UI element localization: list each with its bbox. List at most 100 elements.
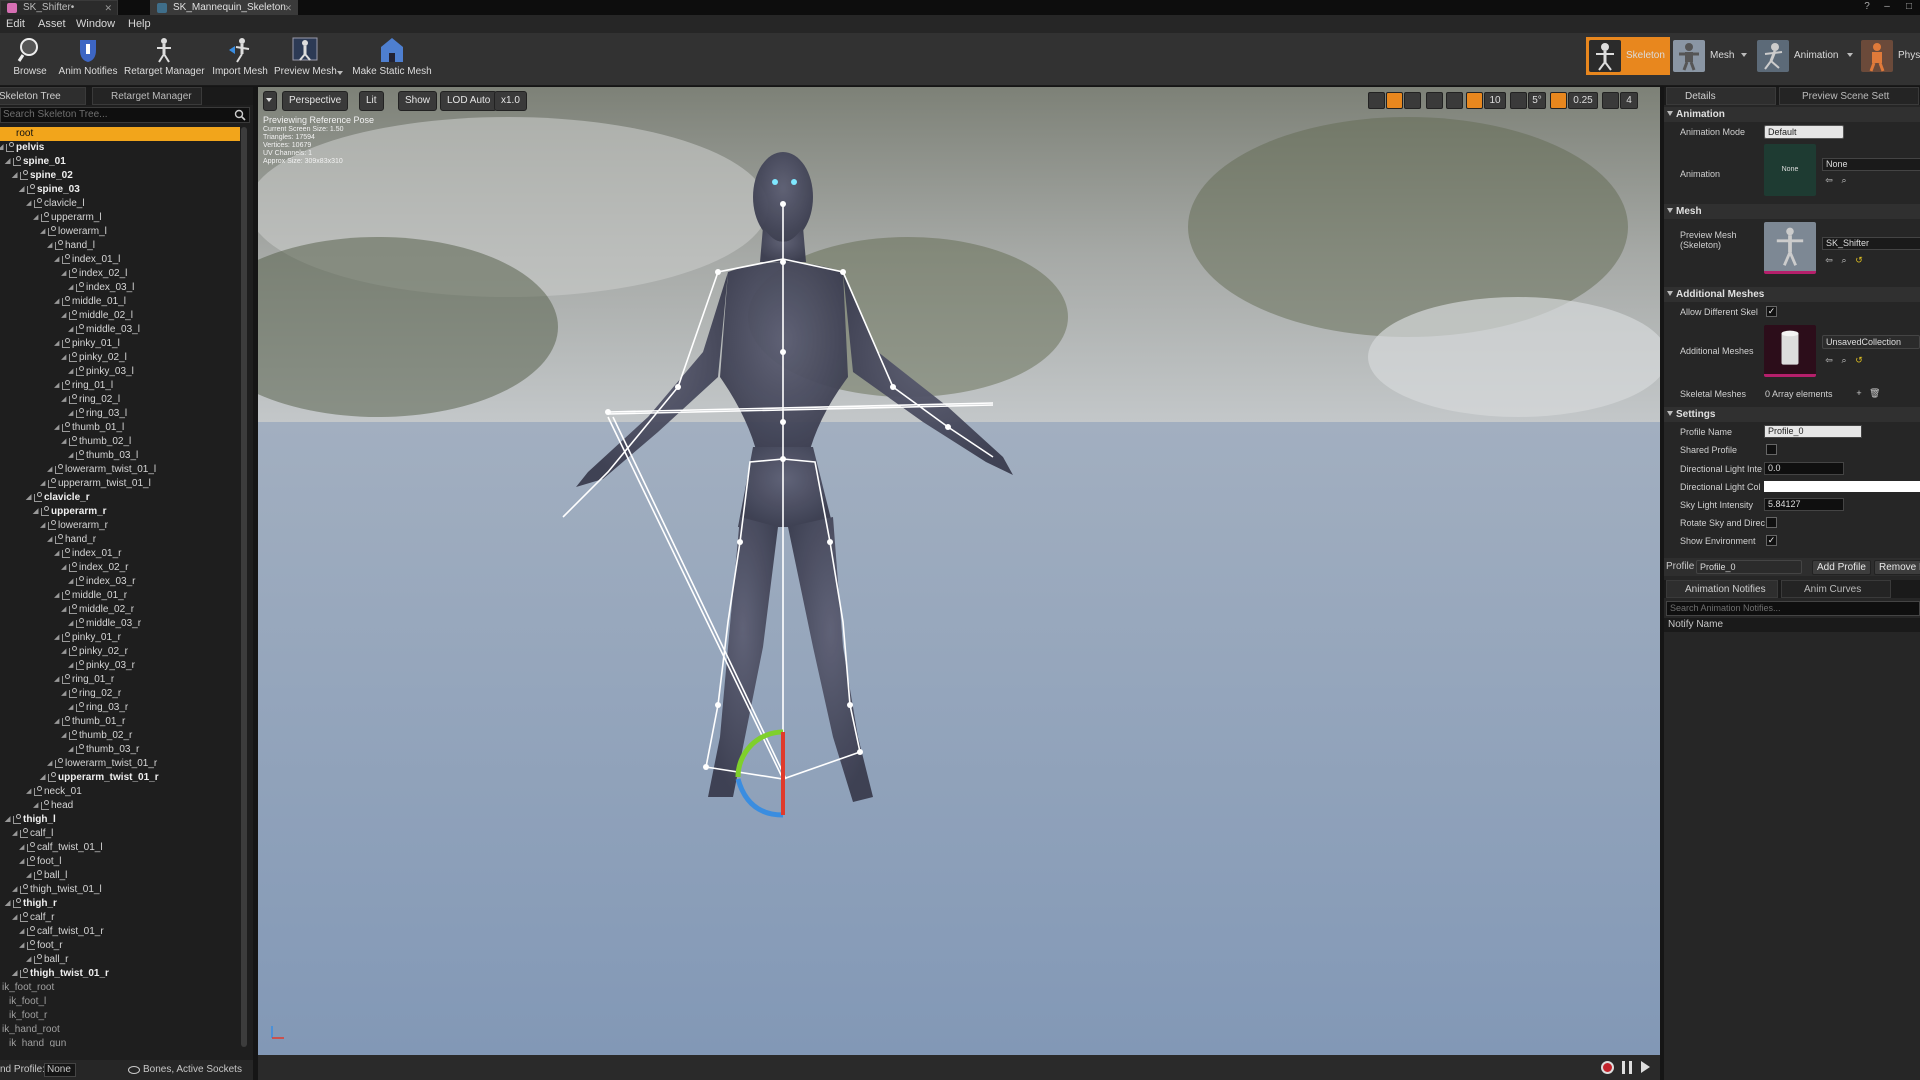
expander-icon[interactable]: ◢: [47, 239, 55, 253]
bone-row[interactable]: ◢ index_03_l: [0, 281, 240, 295]
expander-icon[interactable]: ◢: [68, 449, 76, 463]
expander-icon[interactable]: ◢: [61, 729, 69, 743]
mode-animation-button[interactable]: Animation: [1754, 37, 1848, 75]
allow-different-skeletons-checkbox[interactable]: ✓: [1766, 306, 1777, 317]
bone-row[interactable]: ◢ ball_r: [0, 953, 240, 967]
bone-row[interactable]: ik_foot_root: [0, 981, 240, 995]
sky-light-intensity-input[interactable]: 5.84127: [1764, 498, 1844, 511]
bone-row[interactable]: ◢ upperarm_l: [0, 211, 240, 225]
bone-row[interactable]: ◢ pinky_03_r: [0, 659, 240, 673]
bone-row[interactable]: ik_hand_root: [0, 1023, 240, 1037]
menu-asset[interactable]: Asset: [38, 15, 66, 33]
bone-row[interactable]: ◢ thigh_r: [0, 897, 240, 911]
expander-icon[interactable]: ◢: [68, 281, 76, 295]
show-environment-checkbox[interactable]: ✓: [1766, 535, 1777, 546]
expander-icon[interactable]: ◢: [54, 337, 62, 351]
expander-icon[interactable]: ◢: [26, 197, 34, 211]
expander-icon[interactable]: ◢: [12, 967, 20, 981]
bone-row[interactable]: ◢ foot_l: [0, 855, 240, 869]
scrollbar[interactable]: [241, 127, 247, 1047]
bone-row[interactable]: ik_foot_l: [0, 995, 240, 1009]
close-icon[interactable]: ✕: [284, 1, 292, 15]
world-local-icon[interactable]: [1426, 92, 1443, 109]
grid-snap-icon[interactable]: [1466, 92, 1483, 109]
lod-auto-button[interactable]: LOD Auto: [440, 91, 498, 111]
chevron-down-icon[interactable]: [1847, 53, 1853, 57]
profile-bar-dropdown[interactable]: Profile_0: [1696, 560, 1802, 574]
additional-meshes-dropdown[interactable]: UnsavedCollection: [1822, 335, 1920, 349]
bone-row[interactable]: ◢ thumb_02_r: [0, 729, 240, 743]
camera-speed-value[interactable]: 4: [1620, 92, 1638, 109]
play-forward-button[interactable]: [1641, 1061, 1650, 1073]
bone-row[interactable]: ◢ calf_twist_01_l: [0, 841, 240, 855]
browse-icon[interactable]: ⌕: [1839, 175, 1849, 185]
rotate-sky-checkbox[interactable]: [1766, 517, 1777, 528]
bone-row[interactable]: ◢ head: [0, 799, 240, 813]
bone-row[interactable]: ◢ spine_02: [0, 169, 240, 183]
bone-row[interactable]: ◢ lowerarm_twist_01_l: [0, 463, 240, 477]
grid-snap-value[interactable]: 10: [1484, 92, 1506, 109]
arrow-left-icon[interactable]: ⇦: [1824, 355, 1834, 365]
expander-icon[interactable]: ◢: [19, 183, 27, 197]
anim-notifies-button[interactable]: Anim Notifies: [58, 36, 118, 82]
expander-icon[interactable]: ◢: [33, 505, 41, 519]
bone-row[interactable]: ◢ pelvis: [0, 141, 240, 155]
mode-physics-button[interactable]: Phys: [1858, 37, 1920, 75]
expander-icon[interactable]: ◢: [54, 589, 62, 603]
tab-skeleton-tree[interactable]: Skeleton Tree: [0, 87, 86, 105]
bone-row[interactable]: ◢ hand_l: [0, 239, 240, 253]
expander-icon[interactable]: ◢: [5, 897, 13, 911]
expander-icon[interactable]: ◢: [5, 155, 13, 169]
bone-row[interactable]: ◢ lowerarm_r: [0, 519, 240, 533]
expander-icon[interactable]: ◢: [68, 659, 76, 673]
pause-button[interactable]: [1622, 1061, 1632, 1074]
bone-row[interactable]: ◢ calf_l: [0, 827, 240, 841]
bone-row[interactable]: ◢ pinky_03_l: [0, 365, 240, 379]
expander-icon[interactable]: ◢: [61, 351, 69, 365]
tab-retarget-manager[interactable]: Retarget Manager: [92, 87, 202, 105]
expander-icon[interactable]: ◢: [54, 673, 62, 687]
eye-icon[interactable]: [128, 1066, 140, 1074]
expander-icon[interactable]: ◢: [68, 365, 76, 379]
expander-icon[interactable]: ◢: [19, 939, 27, 953]
expander-icon[interactable]: ◢: [54, 421, 62, 435]
bone-filter-dropdown[interactable]: Bones, Active Sockets: [143, 1060, 242, 1080]
bone-row[interactable]: ◢ neck_01: [0, 785, 240, 799]
bone-row[interactable]: ik_foot_r: [0, 1009, 240, 1023]
bone-row[interactable]: ◢ ring_03_r: [0, 701, 240, 715]
bone-row[interactable]: ◢ middle_02_l: [0, 309, 240, 323]
bone-row[interactable]: ik_hand_gun: [0, 1037, 240, 1047]
angle-snap-value[interactable]: 5°: [1528, 92, 1546, 109]
expander-icon[interactable]: ◢: [61, 267, 69, 281]
tab-animation-notifies[interactable]: Animation Notifies: [1666, 580, 1778, 598]
expander-icon[interactable]: ◢: [54, 295, 62, 309]
bone-row[interactable]: ◢ thigh_twist_01_l: [0, 883, 240, 897]
expander-icon[interactable]: ◢: [40, 771, 48, 785]
additional-meshes-thumbnail[interactable]: [1764, 325, 1816, 377]
bone-row[interactable]: ◢ thumb_02_l: [0, 435, 240, 449]
playback-speed-button[interactable]: x1.0: [494, 91, 527, 111]
expander-icon[interactable]: ◢: [26, 953, 34, 967]
expander-icon[interactable]: ◢: [12, 827, 20, 841]
import-mesh-button[interactable]: Import Mesh: [210, 36, 270, 82]
minimize-icon[interactable]: –: [1880, 0, 1894, 14]
reset-icon[interactable]: ↺: [1854, 255, 1864, 265]
expander-icon[interactable]: ◢: [54, 379, 62, 393]
remove-profile-button[interactable]: Remove P: [1874, 560, 1920, 575]
expander-icon[interactable]: ◢: [54, 631, 62, 645]
make-static-mesh-button[interactable]: Make Static Mesh: [350, 36, 434, 82]
perspective-button[interactable]: Perspective: [282, 91, 349, 111]
bone-row[interactable]: ◢ thumb_03_l: [0, 449, 240, 463]
section-mesh[interactable]: Mesh: [1664, 204, 1920, 219]
bone-row[interactable]: ◢ spine_03: [0, 183, 240, 197]
add-icon[interactable]: +: [1854, 388, 1864, 398]
expander-icon[interactable]: ◢: [33, 799, 41, 813]
arrow-left-icon[interactable]: ⇦: [1824, 175, 1834, 185]
bone-row[interactable]: ◢ ring_02_l: [0, 393, 240, 407]
bone-row[interactable]: ◢ pinky_02_l: [0, 351, 240, 365]
bone-row[interactable]: ◢ spine_01: [0, 155, 240, 169]
menu-window[interactable]: Window: [76, 15, 115, 33]
preview-mesh-button[interactable]: Preview Mesh: [274, 36, 337, 82]
profile-dropdown[interactable]: None: [44, 1063, 76, 1077]
retarget-manager-button[interactable]: Retarget Manager: [124, 36, 205, 82]
